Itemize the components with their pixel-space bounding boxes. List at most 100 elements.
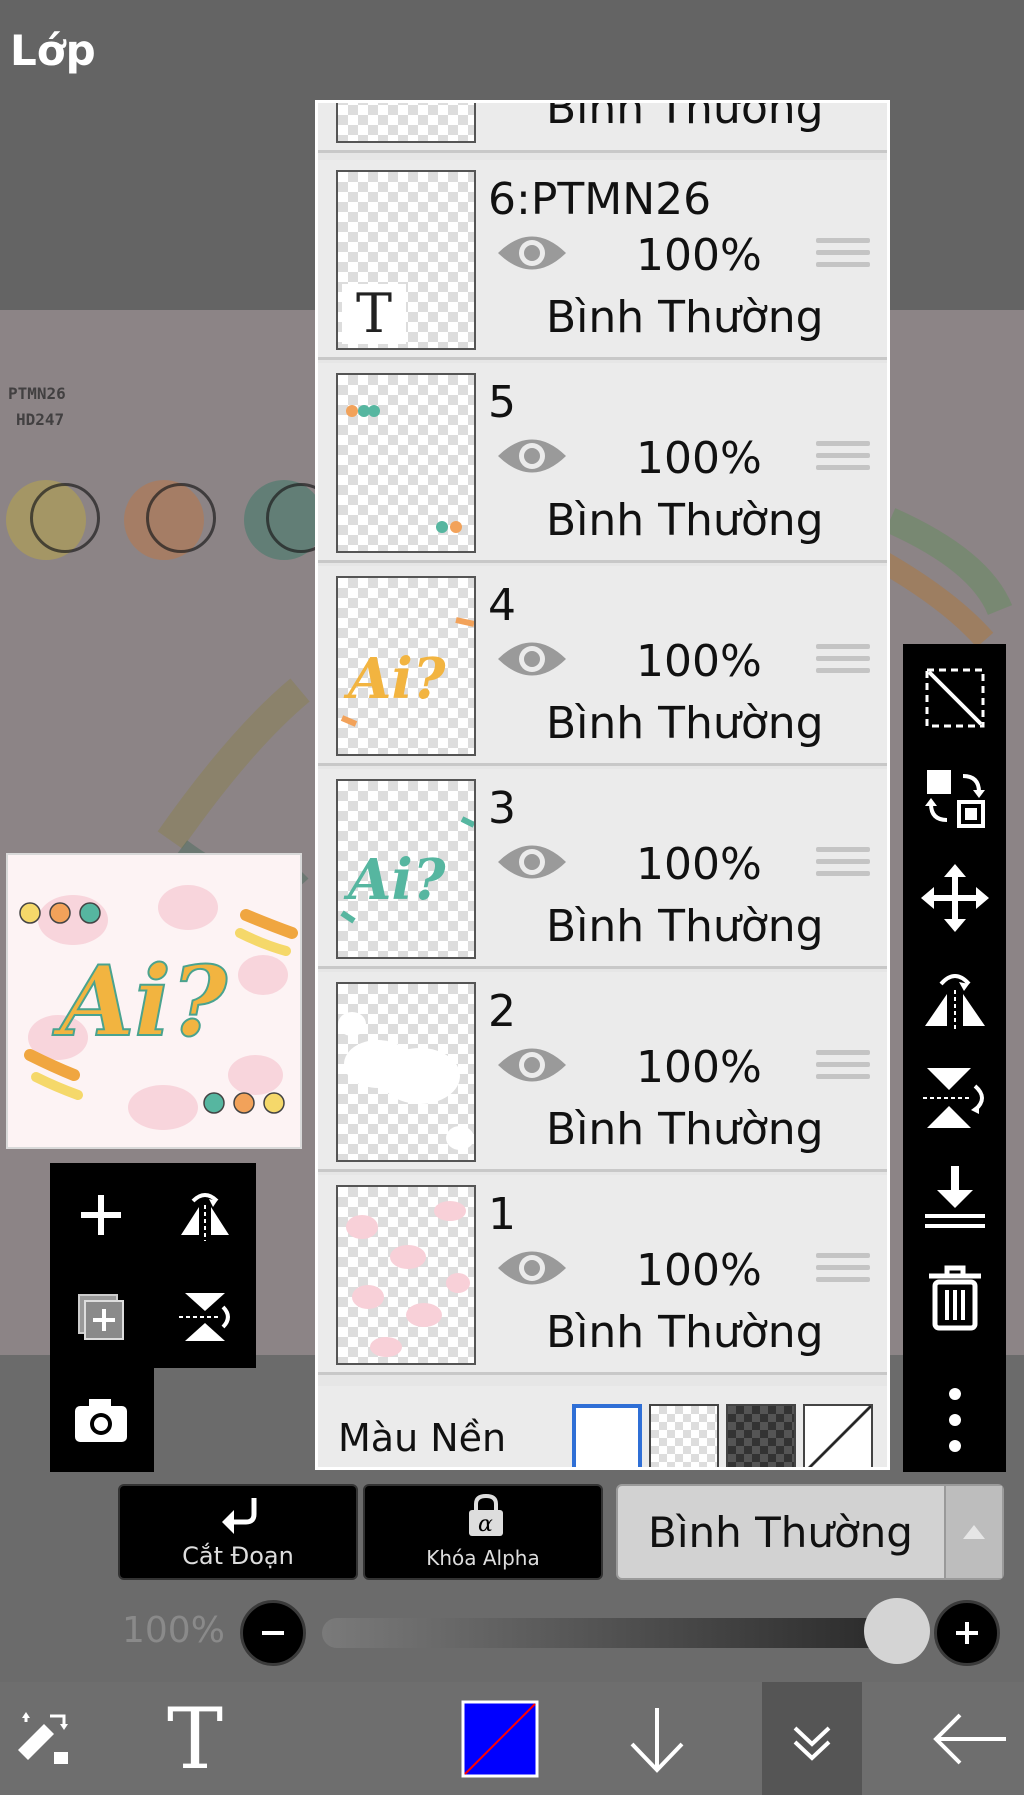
transform-icon: [18, 1711, 68, 1764]
back-button[interactable]: [920, 1682, 1020, 1795]
layer-thumbnail: [336, 1185, 476, 1365]
add-layer-button[interactable]: [56, 1170, 146, 1260]
clip-arrow-icon: [222, 1498, 257, 1534]
layer-opacity: 100%: [636, 1042, 762, 1093]
trash-icon[interactable]: [919, 1262, 991, 1334]
layer-5-art: [346, 405, 462, 533]
plus-icon: [956, 1622, 978, 1644]
flip-layer-vertical-button[interactable]: [160, 1272, 250, 1362]
back-icon: [933, 1713, 1006, 1764]
color-picker-button[interactable]: [455, 1682, 545, 1795]
canvas-preview[interactable]: Ai?: [6, 853, 302, 1149]
drag-handle-icon[interactable]: [816, 1050, 870, 1090]
drag-handle-icon[interactable]: [816, 1253, 870, 1293]
opacity-decrease-button[interactable]: [240, 1600, 306, 1666]
merge-down-icon[interactable]: [919, 1162, 991, 1234]
right-layer-toolbar: [903, 644, 1006, 1472]
camera-icon: [75, 1399, 127, 1442]
layer-list-panel[interactable]: Bình Thường T 6:PTMN26 100% Bình Thường …: [315, 100, 890, 1470]
alpha-lock-button[interactable]: α Khóa Alpha: [363, 1484, 603, 1580]
eye-icon[interactable]: [496, 1042, 568, 1088]
layer-name: 3: [488, 783, 516, 834]
copy-layer-button[interactable]: [56, 1272, 146, 1362]
layer-thumbnail: Ai?: [336, 779, 476, 959]
eye-icon[interactable]: [496, 839, 568, 885]
layer-opacity: 100%: [636, 1245, 762, 1296]
layer-opacity: 100%: [636, 636, 762, 687]
opacity-slider-track[interactable]: [322, 1618, 892, 1648]
blend-mode-select[interactable]: Bình Thường: [616, 1484, 1004, 1580]
layer-row-top-partial[interactable]: Bình Thường: [318, 100, 887, 153]
camera-button[interactable]: [56, 1375, 146, 1465]
bg-transparent-dark-swatch[interactable]: [726, 1404, 796, 1467]
eye-icon[interactable]: [496, 433, 568, 479]
clipping-button[interactable]: Cắt Đoạn: [118, 1484, 358, 1580]
text-tool-button[interactable]: T: [150, 1682, 240, 1795]
drag-handle-icon[interactable]: [816, 847, 870, 887]
flip-layer-horizontal-button[interactable]: [160, 1170, 250, 1260]
copy-layer-icon: [78, 1294, 124, 1340]
arrow-down-button[interactable]: [612, 1682, 702, 1795]
background-color-row: Màu Nền: [318, 1386, 887, 1467]
layer-blend-mode: Bình Thường: [546, 1307, 824, 1358]
flip-vertical-icon[interactable]: [919, 1062, 991, 1134]
background-color-label: Màu Nền: [338, 1416, 507, 1460]
opacity-increase-button[interactable]: [934, 1600, 1000, 1666]
layer-2-art: [338, 1012, 474, 1150]
select-transparent-icon[interactable]: [919, 662, 991, 734]
page-title: Lớp: [10, 26, 96, 75]
layer-opacity: 100%: [636, 230, 762, 281]
layer-name: 5: [488, 377, 516, 428]
swap-layers-icon[interactable]: [919, 762, 991, 834]
arrow-down-icon: [630, 1707, 684, 1773]
flip-vertical-icon: [179, 1293, 230, 1341]
preview-art-text: Ai?: [52, 945, 228, 1058]
chevron-up-icon[interactable]: [944, 1486, 1002, 1578]
eye-icon[interactable]: [496, 636, 568, 682]
layer-row-4[interactable]: Ai? 4 100% Bình Thường: [318, 566, 887, 766]
eye-icon[interactable]: [496, 1245, 568, 1291]
flip-horizontal-icon[interactable]: [919, 962, 991, 1034]
layer-blend-mode: Bình Thường: [546, 100, 824, 134]
layer-row-5[interactable]: 5 100% Bình Thường: [318, 363, 887, 563]
opacity-value-label: 100%: [122, 1610, 225, 1651]
layer-name: 1: [488, 1189, 516, 1240]
add-layer-icon: [81, 1195, 121, 1235]
layer-4-art: Ai?: [340, 617, 474, 727]
layer-blend-mode: Bình Thường: [546, 901, 824, 952]
eye-icon[interactable]: [496, 230, 568, 276]
more-icon[interactable]: [919, 1384, 991, 1456]
layer-row-1[interactable]: 1 100% Bình Thường: [318, 1175, 887, 1375]
layer-row-6[interactable]: T 6:PTMN26 100% Bình Thường: [318, 160, 887, 360]
layer-row-2[interactable]: 2 100% Bình Thường: [318, 972, 887, 1172]
layer-row-3[interactable]: Ai? 3 100% Bình Thường: [318, 769, 887, 969]
layer-thumbnail: [336, 103, 476, 143]
layer-blend-mode: Bình Thường: [546, 698, 824, 749]
bg-white-swatch[interactable]: [572, 1404, 642, 1467]
bg-transparent-light-swatch[interactable]: [649, 1404, 719, 1467]
collapse-panel-button[interactable]: [762, 1682, 862, 1795]
alpha-lock-label: Khóa Alpha: [426, 1546, 540, 1570]
layer-thumbnail: T: [336, 170, 476, 350]
alpha-lock-icon: α: [469, 1493, 503, 1537]
flip-horizontal-icon: [181, 1193, 229, 1241]
layer-name: 6:PTMN26: [488, 174, 712, 225]
layer-blend-mode: Bình Thường: [546, 1104, 824, 1155]
bg-none-swatch[interactable]: [803, 1404, 873, 1467]
preview-art: Ai?: [19, 902, 298, 1114]
layer-name: 2: [488, 986, 516, 1037]
clipping-label: Cắt Đoạn: [182, 1542, 294, 1570]
move-icon[interactable]: [919, 862, 991, 934]
opacity-slider-handle[interactable]: [864, 1598, 930, 1664]
svg-text:α: α: [478, 1512, 493, 1537]
drag-handle-icon[interactable]: [816, 644, 870, 684]
drag-handle-icon[interactable]: [816, 441, 870, 481]
drag-handle-icon[interactable]: [816, 238, 870, 278]
layer-blend-mode: Bình Thường: [546, 495, 824, 546]
text-layer-badge: T: [342, 284, 406, 344]
layer-thumbnail: [336, 982, 476, 1162]
transform-tool-button[interactable]: [0, 1682, 90, 1795]
minus-icon: [262, 1631, 284, 1635]
svg-text:Ai?: Ai?: [343, 847, 447, 913]
layer-blend-mode: Bình Thường: [546, 292, 824, 343]
